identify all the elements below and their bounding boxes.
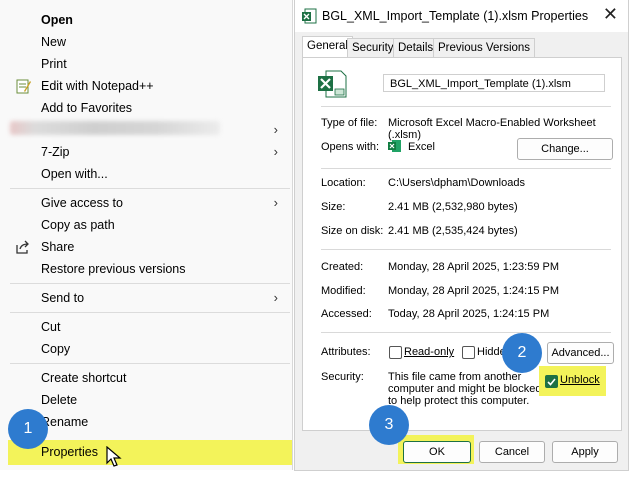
notepad-icon (15, 78, 31, 94)
menu-item-properties[interactable]: Properties (10, 441, 290, 463)
menu-item-print[interactable]: Print (10, 53, 290, 75)
close-icon[interactable]: ✕ (603, 4, 618, 25)
security-label: Security: (321, 371, 364, 383)
divider (321, 168, 611, 169)
excel-file-icon (302, 8, 317, 24)
hidden-checkbox[interactable] (462, 346, 475, 359)
properties-dialog: BGL_XML_Import_Template (1).xlsm Propert… (294, 0, 629, 471)
menu-label: 7-Zip (41, 145, 70, 159)
tab-general[interactable]: General (302, 36, 353, 58)
chevron-right-icon: › (273, 195, 278, 210)
cancel-button[interactable]: Cancel (479, 441, 545, 463)
readonly-label: Read-only (404, 346, 455, 358)
location-value: C:\Users\dpham\Downloads (388, 177, 525, 189)
menu-divider (10, 283, 290, 284)
menu-item-blurred-arrow: › (10, 119, 290, 141)
opens-with-label: Opens with: (321, 141, 380, 153)
step-badge-2: 2 (502, 333, 542, 373)
menu-divider (10, 312, 290, 313)
menu-item-7zip[interactable]: 7-Zip › (10, 141, 290, 163)
advanced-button[interactable]: Advanced... (547, 342, 614, 364)
excel-app-icon (388, 140, 401, 152)
menu-label: Open with... (41, 167, 108, 181)
menu-item-rename[interactable]: Rename (10, 411, 290, 433)
menu-label: Give access to (41, 196, 123, 210)
menu-item-new[interactable]: New (10, 31, 290, 53)
menu-item-copy-path[interactable]: Copy as path (10, 214, 290, 236)
menu-label: New (41, 35, 67, 49)
context-menu: Open New Print Edit with Notepad++ Add t… (0, 0, 293, 470)
unblock-label: Unblock (560, 374, 600, 386)
menu-label: Copy as path (41, 218, 115, 232)
menu-item-copy[interactable]: Copy (10, 338, 290, 360)
menu-label: Restore previous versions (41, 262, 186, 276)
filename-field[interactable]: BGL_XML_Import_Template (1).xlsm (383, 74, 605, 92)
location-label: Location: (321, 177, 366, 189)
menu-divider (10, 188, 290, 189)
accessed-label: Accessed: (321, 308, 372, 320)
title-bar: BGL_XML_Import_Template (1).xlsm Propert… (295, 0, 628, 32)
menu-item-restore-versions[interactable]: Restore previous versions (10, 258, 290, 280)
attributes-label: Attributes: (321, 346, 371, 358)
menu-label: Edit with Notepad++ (41, 79, 154, 93)
accessed-value: Today, 28 April 2025, 1:24:15 PM (388, 308, 550, 320)
menu-item-send-to[interactable]: Send to › (10, 287, 290, 309)
menu-label: Delete (41, 393, 78, 407)
size-value: 2.41 MB (2,532,980 bytes) (388, 201, 518, 213)
menu-label: Cut (41, 320, 61, 334)
modified-label: Modified: (321, 285, 366, 297)
readonly-checkbox[interactable] (389, 346, 402, 359)
created-value: Monday, 28 April 2025, 1:23:59 PM (388, 261, 560, 273)
menu-label: Add to Favorites (41, 101, 133, 115)
menu-item-delete[interactable]: Delete (10, 389, 290, 411)
security-message: This file came from another computer and… (388, 371, 542, 407)
menu-label: Properties (41, 445, 98, 459)
menu-item-open-with[interactable]: Open with... (10, 163, 290, 185)
mouse-cursor-icon (106, 446, 122, 467)
menu-label: Open (41, 13, 73, 27)
unblock-checkbox[interactable] (545, 375, 558, 388)
checkmark-icon (547, 378, 556, 386)
step-badge-3: 3 (369, 405, 409, 445)
menu-item-open[interactable]: Open (10, 9, 290, 31)
tab-details[interactable]: Details (393, 38, 439, 58)
menu-item-edit-notepad[interactable]: Edit with Notepad++ (10, 75, 290, 97)
menu-label: Print (41, 57, 67, 71)
menu-label: Rename (41, 415, 89, 429)
change-button[interactable]: Change... (517, 138, 613, 160)
divider (321, 106, 611, 107)
share-icon (15, 239, 31, 255)
menu-item-share[interactable]: Share (10, 236, 290, 258)
divider (321, 332, 611, 333)
opens-with-value: Excel (408, 141, 435, 153)
size-on-disk-value: 2.41 MB (2,535,424 bytes) (388, 225, 518, 237)
menu-label: Share (41, 240, 75, 254)
divider (321, 249, 611, 250)
apply-button[interactable]: Apply (552, 441, 618, 463)
dialog-title: BGL_XML_Import_Template (1).xlsm Propert… (322, 9, 589, 23)
created-label: Created: (321, 261, 364, 273)
ok-button[interactable]: OK (403, 441, 471, 463)
menu-item-create-shortcut[interactable]: Create shortcut (10, 367, 290, 389)
size-label: Size: (321, 201, 346, 213)
chevron-right-icon: › (273, 122, 278, 137)
tab-security[interactable]: Security (347, 38, 399, 58)
step-badge-1: 1 (8, 409, 48, 449)
tab-previous-versions[interactable]: Previous Versions (433, 38, 536, 58)
type-label: Type of file: (321, 117, 378, 129)
excel-file-large-icon (318, 70, 347, 98)
general-panel: BGL_XML_Import_Template (1).xlsm Type of… (302, 57, 622, 431)
menu-item-cut[interactable]: Cut (10, 316, 290, 338)
menu-divider (10, 363, 290, 364)
menu-item-give-access[interactable]: Give access to › (10, 192, 290, 214)
modified-value: Monday, 28 April 2025, 1:24:15 PM (388, 285, 560, 297)
chevron-right-icon: › (273, 144, 278, 159)
menu-item-add-favorites[interactable]: Add to Favorites (10, 97, 290, 119)
menu-label: Create shortcut (41, 371, 127, 385)
menu-label: Send to (41, 291, 85, 305)
menu-label: Copy (41, 342, 71, 356)
size-on-disk-label: Size on disk: (321, 225, 384, 237)
chevron-right-icon: › (273, 290, 278, 305)
